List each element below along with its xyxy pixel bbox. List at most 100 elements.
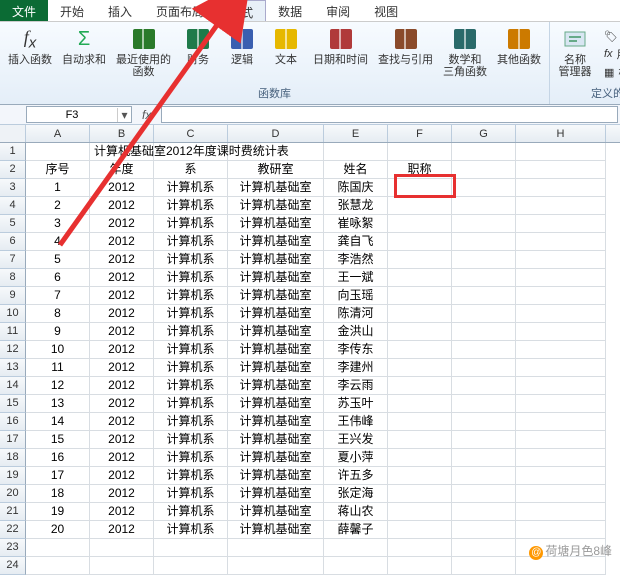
tab-公式[interactable]: 公式 (216, 0, 266, 21)
cell[interactable]: 序号 (26, 161, 90, 179)
cell[interactable] (388, 395, 452, 413)
cell[interactable]: 4 (26, 233, 90, 251)
cell[interactable] (388, 143, 452, 161)
fx-label[interactable]: fx (134, 108, 159, 122)
lookup-button[interactable]: 查找与引用 (374, 24, 437, 68)
cell[interactable]: 2012 (90, 179, 154, 197)
row-header[interactable]: 15 (0, 395, 26, 413)
cell[interactable] (26, 557, 90, 575)
row-header[interactable]: 1 (0, 143, 26, 161)
cell[interactable]: 王伟峰 (324, 413, 388, 431)
cell[interactable] (388, 539, 452, 557)
cell[interactable] (228, 539, 324, 557)
cell[interactable] (154, 539, 228, 557)
cell[interactable]: 计算机基础室 (228, 395, 324, 413)
cell[interactable] (388, 287, 452, 305)
cell[interactable] (452, 521, 516, 539)
cell[interactable]: 2012 (90, 449, 154, 467)
row-header[interactable]: 6 (0, 233, 26, 251)
cell[interactable] (388, 323, 452, 341)
row-header[interactable]: 14 (0, 377, 26, 395)
cell[interactable] (452, 305, 516, 323)
cell[interactable]: 计算机系 (154, 431, 228, 449)
cell[interactable]: 计算机基础室 (228, 377, 324, 395)
cell[interactable] (516, 395, 606, 413)
cell[interactable]: 李浩然 (324, 251, 388, 269)
cell[interactable]: 陈国庆 (324, 179, 388, 197)
cell[interactable] (388, 521, 452, 539)
cell[interactable]: 计算机基础室 (228, 341, 324, 359)
cell[interactable]: 夏小萍 (324, 449, 388, 467)
cell[interactable] (324, 557, 388, 575)
row-header[interactable]: 12 (0, 341, 26, 359)
tab-数据[interactable]: 数据 (266, 0, 314, 21)
cell[interactable]: 2012 (90, 431, 154, 449)
row-header[interactable]: 16 (0, 413, 26, 431)
row-header[interactable]: 8 (0, 269, 26, 287)
cell[interactable]: 2012 (90, 395, 154, 413)
cell[interactable] (452, 341, 516, 359)
cell[interactable]: 2012 (90, 521, 154, 539)
row-header[interactable]: 2 (0, 161, 26, 179)
cell[interactable] (516, 521, 606, 539)
cell[interactable]: 2012 (90, 323, 154, 341)
cell[interactable]: 张慧龙 (324, 197, 388, 215)
cell[interactable]: 2012 (90, 287, 154, 305)
cell[interactable]: 2012 (90, 251, 154, 269)
cell[interactable] (516, 143, 606, 161)
row-header[interactable]: 18 (0, 449, 26, 467)
col-header-F[interactable]: F (388, 125, 452, 142)
cell[interactable]: 计算机基础室 (228, 179, 324, 197)
cell[interactable]: 11 (26, 359, 90, 377)
cell[interactable] (452, 485, 516, 503)
cell[interactable]: 2012 (90, 341, 154, 359)
autosum-button[interactable]: Σ 自动求和 (58, 24, 110, 68)
cell[interactable]: 许五多 (324, 467, 388, 485)
tab-开始[interactable]: 开始 (48, 0, 96, 21)
row-header[interactable]: 24 (0, 557, 26, 575)
cell[interactable] (452, 197, 516, 215)
cell[interactable]: 向玉瑶 (324, 287, 388, 305)
cell[interactable] (452, 557, 516, 575)
cell[interactable]: 15 (26, 431, 90, 449)
cell[interactable] (388, 269, 452, 287)
cell[interactable] (452, 233, 516, 251)
cell[interactable] (452, 161, 516, 179)
cell[interactable]: 2012 (90, 377, 154, 395)
cell[interactable] (452, 395, 516, 413)
cell[interactable]: 13 (26, 395, 90, 413)
cell[interactable]: 李建州 (324, 359, 388, 377)
cell[interactable] (388, 467, 452, 485)
cell[interactable] (516, 323, 606, 341)
datetime-button[interactable]: 日期和时间 (309, 24, 372, 68)
cell[interactable] (26, 143, 90, 161)
cell[interactable] (90, 557, 154, 575)
cell[interactable]: 2012 (90, 467, 154, 485)
cell[interactable]: 计算机系 (154, 179, 228, 197)
spreadsheet-grid[interactable]: ABCDEFGH 1计算机基础室2012年度课时费统计表2序号年度系教研室姓名职… (0, 125, 620, 575)
cell[interactable]: 年度 (90, 161, 154, 179)
cell[interactable]: 计算机基础室 (228, 521, 324, 539)
cell[interactable]: 14 (26, 413, 90, 431)
cell[interactable] (452, 251, 516, 269)
cell[interactable]: 计算机系 (154, 233, 228, 251)
col-header-A[interactable]: A (26, 125, 90, 142)
col-header-D[interactable]: D (228, 125, 324, 142)
cell[interactable]: 计算机系 (154, 485, 228, 503)
cell[interactable]: 计算机系 (154, 305, 228, 323)
cell[interactable] (452, 431, 516, 449)
select-all-corner[interactable] (0, 125, 26, 142)
financial-button[interactable]: 财务 (177, 24, 219, 68)
cell[interactable]: 计算机系 (154, 503, 228, 521)
cell[interactable] (516, 269, 606, 287)
cell[interactable] (516, 431, 606, 449)
cell[interactable]: 1 (26, 179, 90, 197)
cell[interactable] (228, 557, 324, 575)
cell[interactable]: 王一斌 (324, 269, 388, 287)
cell[interactable]: 系 (154, 161, 228, 179)
row-header[interactable]: 13 (0, 359, 26, 377)
create-from-selection-button[interactable]: ▦根据所 (604, 64, 620, 80)
cell[interactable]: 8 (26, 305, 90, 323)
cell[interactable] (516, 467, 606, 485)
cell[interactable]: 7 (26, 287, 90, 305)
